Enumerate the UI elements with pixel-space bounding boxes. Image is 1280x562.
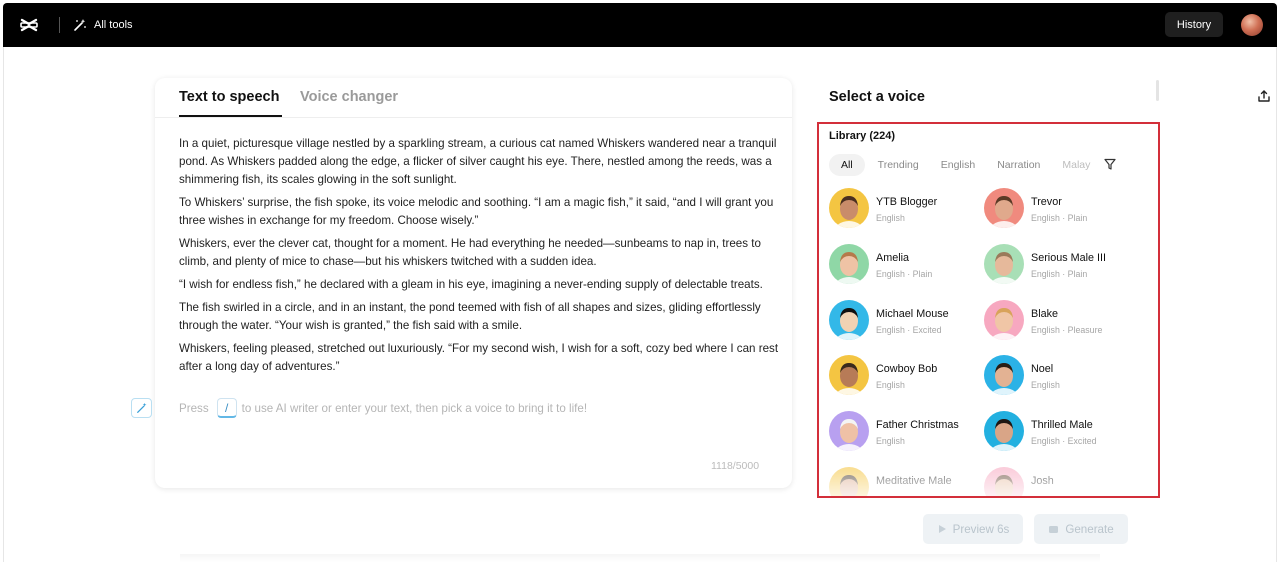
voice-avatar xyxy=(984,355,1024,396)
frame-border-left xyxy=(3,47,4,562)
all-tools-button[interactable]: All tools xyxy=(73,16,133,34)
preview-button[interactable]: Preview 6s xyxy=(923,514,1023,544)
voice-tags: English xyxy=(876,213,905,223)
generate-label: Generate xyxy=(1065,522,1114,536)
voice-avatar xyxy=(984,299,1024,340)
voice-item[interactable]: Father Christmas English xyxy=(829,411,979,455)
voice-tags: English · Plain xyxy=(1031,213,1088,223)
text-input-area[interactable]: In a quiet, picturesque village nestled … xyxy=(179,135,779,381)
voice-name: Cowboy Bob xyxy=(876,363,938,376)
voice-tags: English · Plain xyxy=(876,268,933,279)
story-paragraph: Whiskers, ever the clever cat, thought f… xyxy=(179,237,761,268)
slash-key[interactable]: / xyxy=(216,398,237,418)
voice-name: Blake xyxy=(1031,307,1059,320)
voice-item[interactable]: Blake English · Pleasure xyxy=(984,299,1134,344)
voice-avatar xyxy=(829,243,869,284)
hint-suffix: to use AI writer or enter your text, the… xyxy=(241,401,588,415)
story-paragraph: “I wish for endless fish,” he declared w… xyxy=(179,278,763,291)
preview-label: Preview 6s xyxy=(952,522,1010,536)
filter-trending[interactable]: Trending xyxy=(869,154,928,176)
tab-text-to-speech[interactable]: Text to speech xyxy=(179,89,279,105)
upload-icon[interactable] xyxy=(1257,89,1271,103)
voice-name: Noel xyxy=(1031,363,1054,376)
story-paragraph: In a quiet, picturesque village nestled … xyxy=(179,137,777,186)
filter-chips: All Trending English Narration Malay xyxy=(829,154,1129,176)
story-paragraph: Whiskers, feeling pleased, stretched out… xyxy=(179,342,779,373)
filter-narration[interactable]: Narration xyxy=(988,154,1049,176)
ai-writer-button[interactable] xyxy=(131,398,152,418)
voice-item[interactable]: Noel English xyxy=(984,355,1134,399)
voice-item[interactable]: Amelia English · Plain xyxy=(829,243,979,288)
voice-item[interactable]: Josh xyxy=(984,467,1134,496)
filter-all[interactable]: All xyxy=(829,154,865,176)
voice-item[interactable]: Serious Male III English · Plain xyxy=(984,243,1134,288)
voice-name: Serious Male III xyxy=(1031,251,1107,264)
voice-avatar xyxy=(829,299,869,340)
voice-name: Meditative Male xyxy=(876,475,952,487)
voice-avatar xyxy=(984,467,1024,496)
top-bar: All tools History xyxy=(3,3,1277,47)
scrollbar[interactable] xyxy=(1156,80,1159,101)
voice-avatar xyxy=(829,467,869,496)
voice-name: Thrilled Male xyxy=(1031,419,1093,432)
filter-icon[interactable] xyxy=(1103,157,1117,171)
hint-prefix: Press xyxy=(179,401,209,415)
voice-avatar xyxy=(829,188,869,228)
voice-avatar xyxy=(829,355,869,396)
all-tools-label: All tools xyxy=(94,19,133,31)
filter-malay[interactable]: Malay xyxy=(1053,154,1099,176)
play-icon xyxy=(938,525,946,533)
voice-item[interactable]: YTB Blogger English xyxy=(829,188,979,232)
voice-avatar xyxy=(829,411,869,452)
filter-english[interactable]: English xyxy=(932,154,984,176)
voice-tags: English · Excited xyxy=(1031,436,1097,447)
topbar-divider xyxy=(59,17,60,33)
voice-name: Josh xyxy=(1031,475,1054,487)
voice-tags: English · Excited xyxy=(876,324,942,335)
select-voice-title: Select a voice xyxy=(829,89,925,105)
text-editor-card: Text to speech Voice changer In a quiet,… xyxy=(155,78,792,488)
capcut-logo-icon[interactable] xyxy=(19,15,39,35)
story-paragraph: To Whiskers’ surprise, the fish spoke, i… xyxy=(179,196,774,227)
voice-tags: English xyxy=(1031,380,1060,391)
character-counter: 1118/5000 xyxy=(711,460,760,472)
voice-avatar xyxy=(984,411,1024,452)
voice-name: YTB Blogger xyxy=(876,196,938,208)
voice-item[interactable]: Trevor English · Plain xyxy=(984,188,1134,232)
voice-library: Library (224) All Trending English Narra… xyxy=(817,122,1160,498)
generate-icon xyxy=(1049,525,1059,533)
voice-tags: English xyxy=(876,436,905,447)
generate-button[interactable]: Generate xyxy=(1034,514,1128,544)
history-button[interactable]: History xyxy=(1165,12,1223,37)
frame-border-right xyxy=(1276,47,1277,562)
tab-voice-changer[interactable]: Voice changer xyxy=(300,89,398,105)
voice-tags: English xyxy=(876,380,905,391)
magic-wand-icon xyxy=(74,19,86,31)
ai-writer-hint: Press / to use AI writer or enter your t… xyxy=(179,397,587,419)
voice-item[interactable]: Meditative Male xyxy=(829,467,979,496)
active-tab-indicator xyxy=(179,115,282,117)
voice-name: Father Christmas xyxy=(876,419,959,432)
voice-tags: English · Pleasure xyxy=(1031,324,1103,335)
voice-tags: English · Plain xyxy=(1031,268,1088,279)
library-count: Library (224) xyxy=(829,130,896,142)
voice-avatar xyxy=(984,243,1024,284)
voice-item[interactable]: Thrilled Male English · Excited xyxy=(984,411,1134,455)
bottom-shadow xyxy=(180,554,1100,562)
magic-wand-icon xyxy=(136,402,146,413)
voice-name: Michael Mouse xyxy=(876,307,949,320)
editor-tabs: Text to speech Voice changer xyxy=(155,78,792,118)
voice-item[interactable]: Michael Mouse English · Excited xyxy=(829,299,979,344)
user-avatar[interactable] xyxy=(1241,14,1263,36)
voice-item[interactable]: Cowboy Bob English xyxy=(829,355,979,399)
story-paragraph: The fish swirled in a circle, and in an … xyxy=(179,301,761,332)
voice-avatar xyxy=(984,188,1024,228)
voice-name: Trevor xyxy=(1031,196,1062,208)
voice-name: Amelia xyxy=(876,251,910,264)
